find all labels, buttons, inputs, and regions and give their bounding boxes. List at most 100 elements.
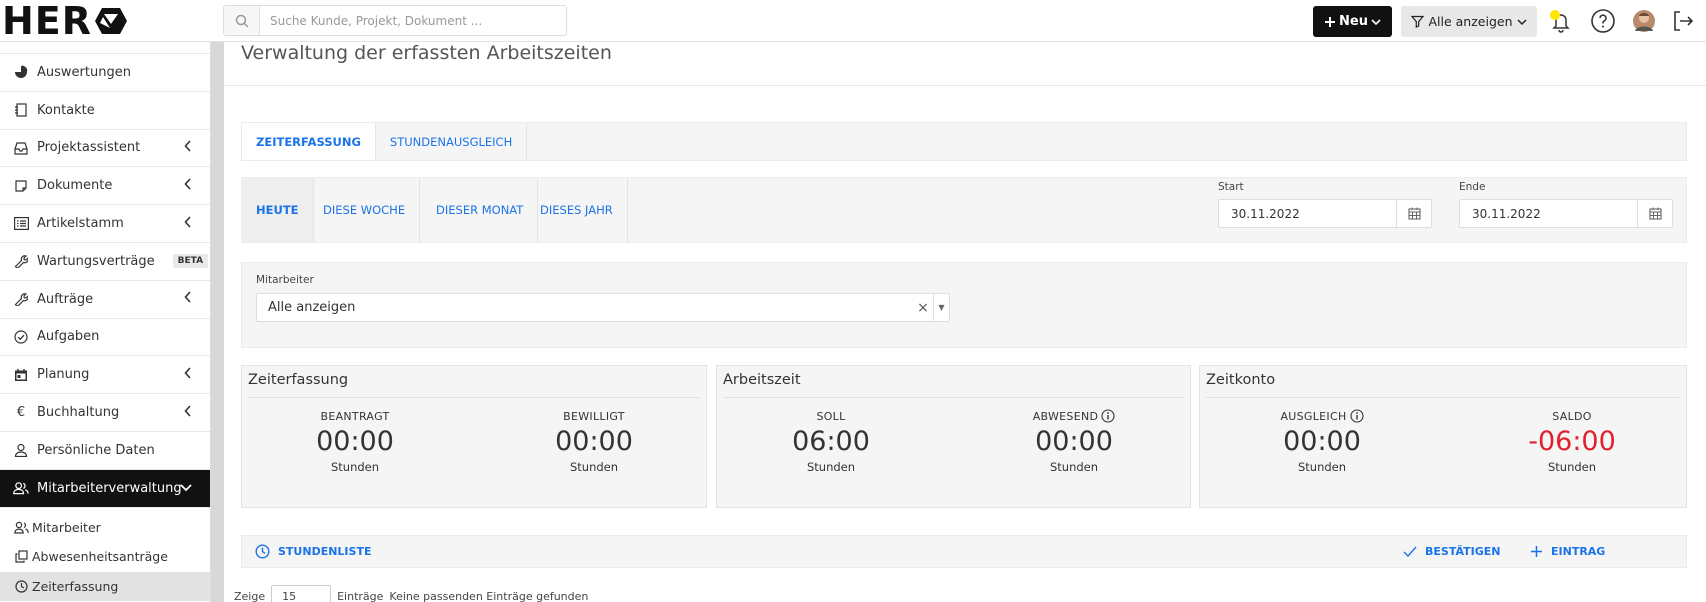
tab-zeiterfassung[interactable]: ZEITERFASSUNG	[242, 123, 376, 160]
sidebar-subitem-abwesenheitsantraege[interactable]: Abwesenheitsanträge	[0, 542, 210, 572]
card-divider	[1206, 397, 1680, 398]
chevron-down-icon	[180, 481, 192, 496]
stat-unit: Stunden	[330, 460, 380, 474]
stat-label-row: AUSGLEICH	[1242, 408, 1402, 424]
confirm-button[interactable]: BESTÄTIGEN	[1403, 536, 1500, 567]
stat-value: -06:00	[1528, 426, 1616, 457]
sidebar-item-planung[interactable]: Planung	[0, 356, 210, 395]
tab-diese-woche[interactable]: DIESE WOCHE	[309, 178, 421, 242]
sidebar-subitem-label: Mitarbeiter	[32, 519, 101, 535]
start-date-field[interactable]: 30.11.2022	[1218, 199, 1432, 228]
table-length-controls: Zeige 15 Einträge Keine passenden Einträ…	[234, 585, 588, 602]
card-title: Arbeitszeit	[723, 372, 801, 388]
entries-label: Einträge	[337, 589, 384, 602]
info-icon[interactable]	[1349, 409, 1364, 423]
page-size-select[interactable]: 15	[271, 585, 332, 602]
filter-icon	[1411, 15, 1425, 28]
employee-select-value[interactable]: Alle anzeigen	[257, 300, 913, 315]
logo-mark-icon	[95, 8, 128, 34]
zeitkonto-card: Zeitkonto AUSGLEICH 00:00 Stunden SALDO …	[1199, 365, 1687, 508]
view-tabs: ZEITERFASSUNG STUNDENAUSGLEICH	[241, 122, 1687, 161]
sidebar-item-wartungsvertraege[interactable]: Wartungsverträge BETA	[0, 243, 210, 281]
stat-label: SALDO	[1552, 409, 1592, 423]
global-filter-button[interactable]: Alle anzeigen	[1401, 6, 1537, 37]
help-icon[interactable]	[1590, 8, 1616, 34]
top-bar: HER Neu Alle anzeigen	[0, 0, 1706, 43]
sidebar-item-dokumente[interactable]: Dokumente	[0, 167, 210, 206]
calendar-icon	[13, 367, 29, 383]
stat-unit: Stunden	[1297, 460, 1347, 474]
global-search[interactable]	[223, 5, 567, 36]
clock-icon	[14, 579, 29, 594]
end-date-field[interactable]: 30.11.2022	[1459, 199, 1673, 228]
add-entry-button[interactable]: EINTRAG	[1530, 536, 1605, 567]
users-icon	[13, 480, 29, 496]
stat-unit: Stunden	[1049, 460, 1099, 474]
beta-badge: BETA	[172, 254, 209, 269]
plus-icon	[1325, 16, 1336, 27]
chevron-left-icon	[184, 367, 192, 383]
zeiterfassung-card: Zeiterfassung BEANTRAGT 00:00 Stunden BE…	[241, 365, 707, 508]
sidebar-subitem-zeiterfassung[interactable]: Zeiterfassung	[0, 571, 210, 602]
tab-stundenausgleich[interactable]: STUNDENAUSGLEICH	[376, 123, 528, 160]
employee-filter-label: Mitarbeiter	[256, 274, 314, 286]
hero-logo[interactable]: HER	[2, 0, 128, 43]
sidebar-item-auftraege[interactable]: Aufträge	[0, 281, 210, 319]
sidebar-item-label: Planung	[37, 367, 90, 383]
sidebar-item-mitarbeiterverwaltung[interactable]: Mitarbeiterverwaltung	[0, 469, 210, 508]
pie-chart-icon	[13, 64, 29, 80]
add-entry-label: EINTRAG	[1551, 545, 1606, 558]
stat-label: BEANTRAGT	[320, 409, 390, 423]
card-title: Zeitkonto	[1206, 372, 1276, 388]
stat-unit: Stunden	[806, 460, 856, 474]
sidebar-item-buchhaltung[interactable]: € Buchhaltung	[0, 394, 210, 432]
sidebar-item-kontakte[interactable]: Kontakte	[0, 92, 210, 130]
copy-icon	[14, 549, 29, 564]
stat-ausgleich: AUSGLEICH 00:00 Stunden	[1242, 408, 1402, 474]
calendar-icon[interactable]	[1396, 200, 1431, 227]
stat-saldo: SALDO -06:00 Stunden	[1492, 408, 1652, 475]
show-label: Zeige	[234, 589, 266, 602]
stat-unit: Stunden	[1547, 460, 1597, 474]
end-date-label: Ende	[1459, 181, 1486, 193]
stundenliste-title: STUNDENLISTE	[255, 536, 371, 567]
sidebar-item-label: Artikelstamm	[37, 216, 124, 232]
chevron-left-icon	[184, 140, 192, 156]
end-date-value[interactable]: 30.11.2022	[1460, 207, 1637, 221]
sidebar-item-label: Wartungsverträge	[37, 253, 155, 269]
chevron-left-icon	[184, 405, 192, 421]
sidebar-item-label: Auswertungen	[37, 64, 131, 80]
search-icon[interactable]	[224, 6, 260, 35]
arbeitszeit-card: Arbeitszeit SOLL 06:00 Stunden ABWESEND …	[716, 365, 1191, 508]
logout-icon[interactable]	[1670, 8, 1696, 34]
calendar-icon[interactable]	[1637, 200, 1672, 227]
chevron-left-icon	[184, 178, 192, 194]
sidebar-item-aufgaben[interactable]: Aufgaben	[0, 319, 210, 357]
new-button[interactable]: Neu	[1313, 6, 1392, 37]
title-divider	[224, 85, 1706, 86]
sidebar-item-persoenliche-daten[interactable]: Persönliche Daten	[0, 432, 210, 470]
tab-dieser-monat[interactable]: DIESER MONAT	[422, 178, 539, 242]
dropdown-arrow-icon[interactable]: ▼	[933, 294, 949, 321]
sidebar-subitem-label: Abwesenheitsanträge	[32, 549, 168, 565]
euro-icon: €	[16, 405, 26, 421]
employee-select[interactable]: Alle anzeigen × ▼	[256, 293, 950, 322]
info-icon[interactable]	[1101, 409, 1115, 423]
sidebar-item-artikelstamm[interactable]: Artikelstamm	[0, 205, 210, 243]
start-date-value[interactable]: 30.11.2022	[1219, 207, 1396, 221]
clock-icon	[255, 544, 270, 559]
clear-icon[interactable]: ×	[913, 300, 933, 316]
user-avatar[interactable]	[1631, 8, 1657, 34]
sidebar-item-auswertungen[interactable]: Auswertungen	[0, 54, 210, 92]
tab-dieses-jahr[interactable]: DIESES JAHR	[526, 178, 628, 242]
notification-bell-icon[interactable]	[1548, 8, 1574, 34]
sidebar-subitem-mitarbeiter[interactable]: Mitarbeiter	[0, 513, 210, 543]
employee-filter-panel: Mitarbeiter Alle anzeigen × ▼	[241, 262, 1687, 348]
stat-bewilligt: BEWILLIGT 00:00 Stunden	[514, 408, 674, 475]
sidebar-item-label: Dokumente	[37, 178, 113, 194]
sidebar-item-projektassistent[interactable]: Projektassistent	[0, 130, 210, 168]
new-button-label: Neu	[1339, 14, 1368, 29]
chevron-down-icon	[1371, 18, 1381, 25]
tab-heute[interactable]: HEUTE	[242, 178, 314, 242]
search-input[interactable]	[260, 13, 560, 28]
